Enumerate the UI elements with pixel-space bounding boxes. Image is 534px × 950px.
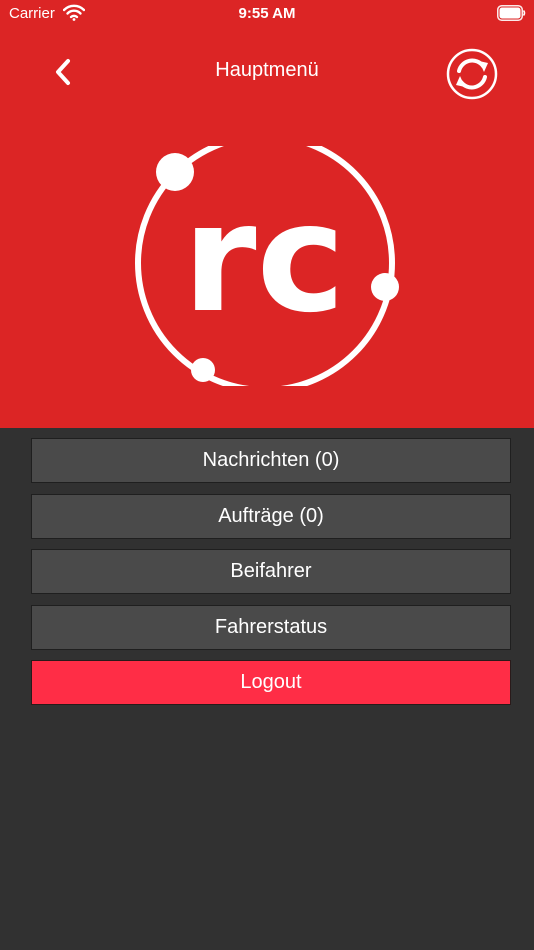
status-bar: Carrier 9:55 AM <box>0 0 534 30</box>
main-menu: Nachrichten (0) Aufträge (0) Beifahrer F… <box>31 438 511 716</box>
orders-button[interactable]: Aufträge (0) <box>31 493 511 539</box>
logout-button[interactable]: Logout <box>31 660 511 705</box>
header: Carrier 9:55 AM Hauptmenü rc <box>0 0 534 428</box>
battery-icon <box>497 5 526 21</box>
sync-button[interactable] <box>446 48 498 100</box>
app-logo: rc <box>135 146 399 386</box>
messages-button[interactable]: Nachrichten (0) <box>31 438 511 483</box>
logo-text: rc <box>183 172 346 346</box>
driver-status-button[interactable]: Fahrerstatus <box>31 604 511 650</box>
sync-icon <box>446 48 498 100</box>
co-driver-button[interactable]: Beifahrer <box>31 549 511 594</box>
status-time: 9:55 AM <box>238 5 296 22</box>
